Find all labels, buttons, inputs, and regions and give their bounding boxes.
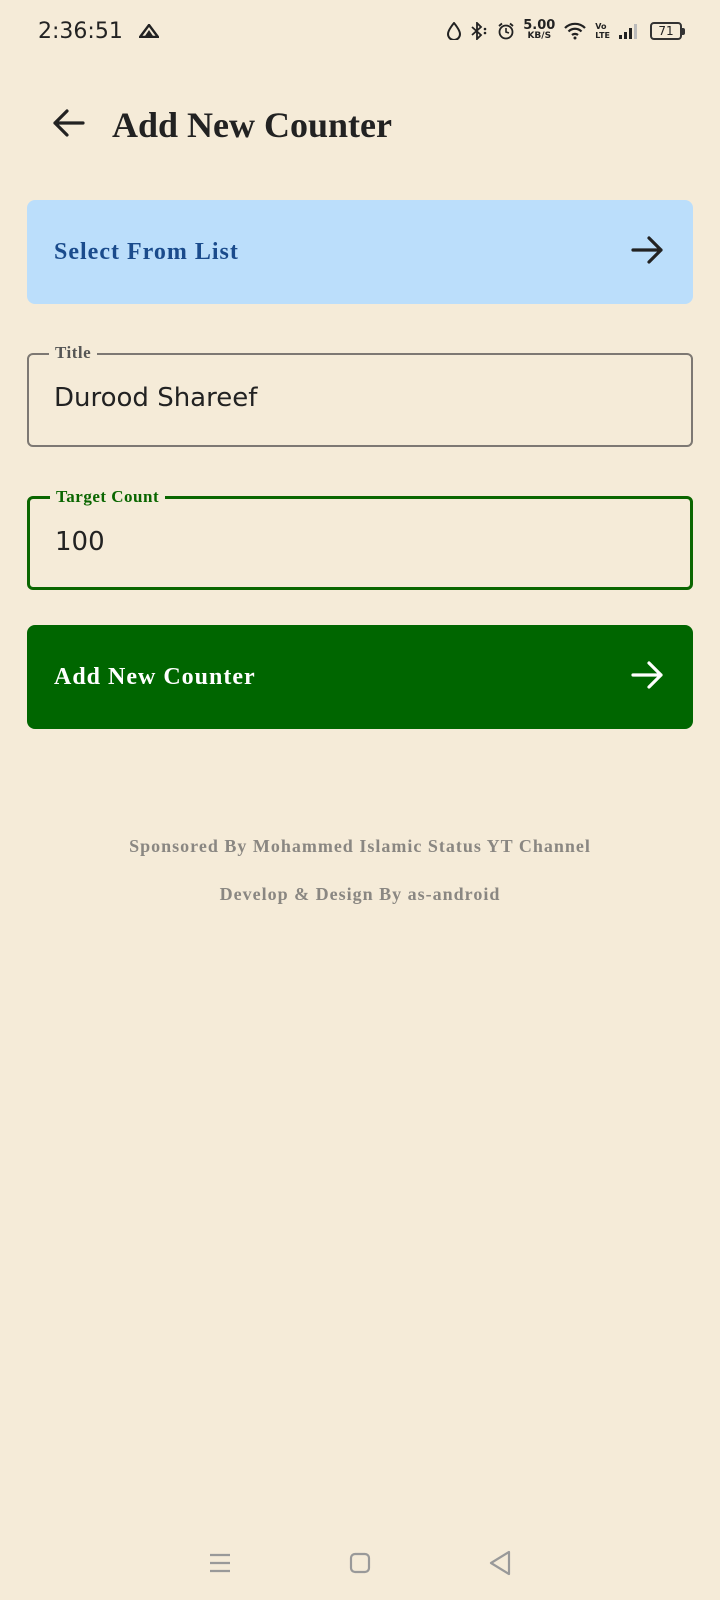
credits: Sponsored By Mohammed Islamic Status YT …: [0, 832, 720, 928]
net-speed-value: 5.00: [523, 18, 556, 33]
recents-button[interactable]: [200, 1545, 240, 1585]
status-bar: 2:36:51 5.00 KB/S Vo LTE 71: [0, 0, 720, 62]
add-new-counter-button[interactable]: Add New Counter: [27, 625, 693, 729]
battery-icon: 71: [650, 22, 685, 40]
alarm-clock-icon: [497, 22, 515, 40]
battery-level: 71: [658, 24, 674, 38]
select-from-list-label: Select From List: [54, 238, 239, 265]
signal-icon: [618, 22, 640, 40]
back-button[interactable]: [48, 105, 88, 145]
add-new-counter-label: Add New Counter: [54, 663, 256, 690]
status-right: 5.00 KB/S Vo LTE 71: [447, 18, 685, 42]
select-from-list-button[interactable]: Select From List: [27, 200, 693, 304]
system-back-button[interactable]: [480, 1545, 520, 1585]
bluetooth-icon: [469, 22, 489, 40]
arrow-right-icon: [631, 235, 665, 270]
sponsor-text: Sponsored By Mohammed Islamic Status YT …: [129, 836, 591, 856]
developer-text: Develop & Design By as-android: [219, 884, 501, 904]
title-input[interactable]: [54, 383, 654, 413]
alert-triangle-icon: [137, 19, 161, 44]
status-time: 2:36:51: [38, 18, 123, 44]
title-field: Title: [27, 343, 693, 447]
status-left: 2:36:51: [38, 18, 161, 44]
menu-icon: [208, 1552, 232, 1579]
app-bar: Add New Counter: [48, 90, 392, 160]
title-field-label: Title: [49, 343, 98, 363]
volte-top: Vo: [595, 22, 607, 31]
net-speed: 5.00 KB/S: [523, 18, 556, 42]
back-icon: [488, 1550, 512, 1581]
volte-indicator: Vo LTE: [595, 22, 610, 40]
volte-bottom: LTE: [595, 31, 610, 40]
wifi-icon: [563, 22, 587, 40]
target-count-field: Target Count: [27, 487, 693, 590]
arrow-right-icon: [631, 660, 665, 695]
arrow-left-icon: [51, 108, 85, 143]
net-speed-unit: KB/S: [527, 31, 552, 41]
target-count-input[interactable]: [55, 527, 655, 557]
home-button[interactable]: [340, 1545, 380, 1585]
home-icon: [348, 1551, 372, 1580]
target-count-field-label: Target Count: [50, 487, 166, 507]
system-nav-bar: [0, 1540, 720, 1590]
water-drop-icon: [447, 22, 462, 40]
page-title: Add New Counter: [112, 105, 393, 145]
